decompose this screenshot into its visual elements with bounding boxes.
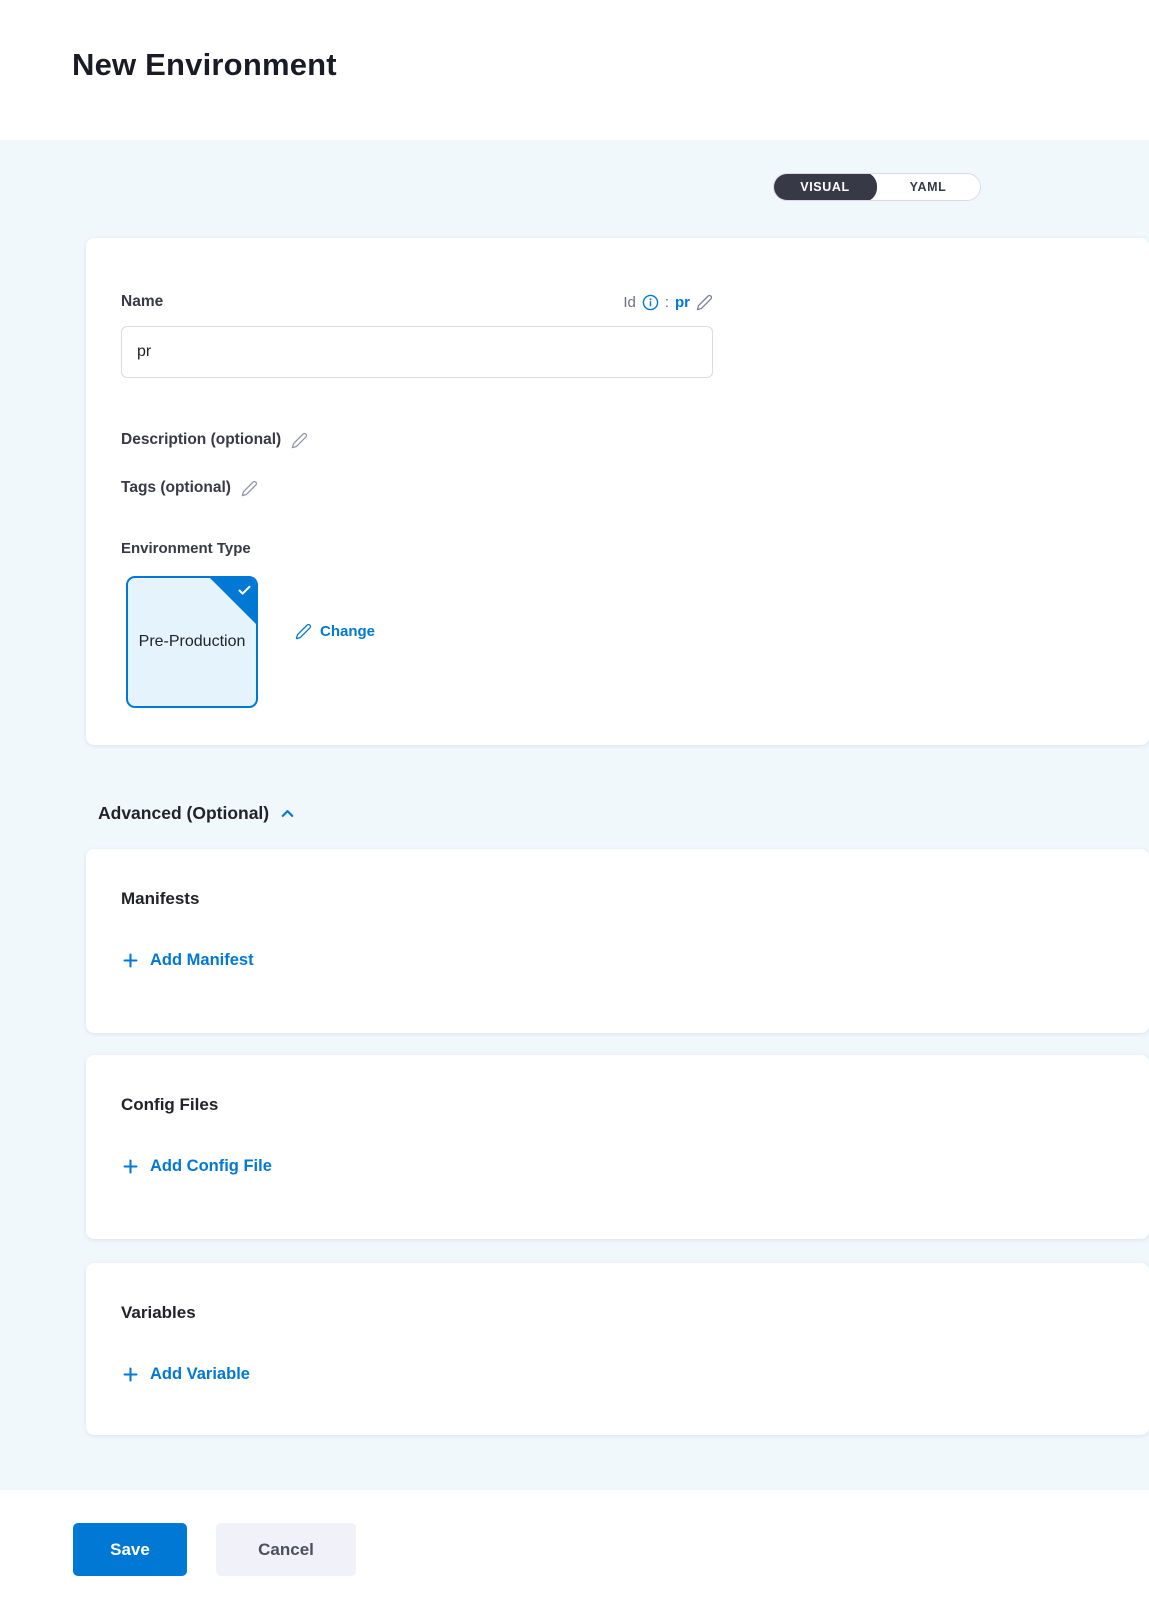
- variables-card: Variables Add Variable: [86, 1263, 1149, 1435]
- environment-form-card: Name Id : pr: [86, 238, 1149, 745]
- config-files-card: Config Files Add Config File: [86, 1055, 1149, 1239]
- form-panel: VISUAL YAML Name Id : pr: [0, 140, 1149, 1490]
- manifests-card: Manifests Add Manifest: [86, 849, 1149, 1033]
- environment-type-label: Environment Type: [121, 540, 1149, 557]
- toggle-option-yaml[interactable]: YAML: [876, 173, 980, 201]
- id-value: pr: [675, 294, 690, 311]
- change-label: Change: [320, 623, 375, 640]
- id-separator: :: [665, 294, 669, 311]
- info-icon[interactable]: [642, 294, 659, 311]
- edit-id-icon[interactable]: [696, 294, 713, 311]
- advanced-label: Advanced (Optional): [98, 803, 269, 824]
- save-button[interactable]: Save: [73, 1523, 187, 1576]
- tags-label: Tags (optional): [121, 479, 231, 497]
- environment-type-row: Pre-Production Change: [121, 576, 1149, 708]
- description-label: Description (optional): [121, 431, 281, 449]
- add-variable-button[interactable]: Add Variable: [121, 1365, 250, 1384]
- edit-description-icon[interactable]: [291, 432, 308, 449]
- plus-icon: [121, 951, 140, 970]
- cancel-button[interactable]: Cancel: [216, 1523, 356, 1576]
- name-id-row: Name Id : pr: [121, 291, 713, 313]
- chevron-up-icon: [278, 804, 297, 823]
- footer-actions: Save Cancel: [73, 1523, 1149, 1576]
- edit-change-icon: [295, 623, 312, 640]
- page-header: New Environment: [0, 0, 1149, 140]
- plus-icon: [121, 1157, 140, 1176]
- name-input[interactable]: [121, 326, 713, 378]
- variables-title: Variables: [121, 1303, 1149, 1323]
- edit-tags-icon[interactable]: [241, 480, 258, 497]
- add-config-file-button[interactable]: Add Config File: [121, 1157, 272, 1176]
- environment-type-card-preproduction[interactable]: Pre-Production: [126, 576, 258, 708]
- page-title: New Environment: [0, 0, 1149, 83]
- manifests-title: Manifests: [121, 889, 1149, 909]
- id-group: Id : pr: [623, 294, 713, 311]
- advanced-section-toggle[interactable]: Advanced (Optional): [98, 801, 1149, 825]
- environment-type-value: Pre-Production: [139, 630, 246, 654]
- add-manifest-label: Add Manifest: [150, 951, 254, 970]
- change-environment-type-link[interactable]: Change: [295, 623, 375, 640]
- toggle-option-visual[interactable]: VISUAL: [773, 173, 877, 201]
- add-manifest-button[interactable]: Add Manifest: [121, 951, 254, 970]
- name-label: Name: [121, 293, 163, 311]
- plus-icon: [121, 1365, 140, 1384]
- add-variable-label: Add Variable: [150, 1365, 250, 1384]
- visual-yaml-toggle: VISUAL YAML: [773, 173, 981, 201]
- check-icon: [237, 583, 252, 598]
- config-files-title: Config Files: [121, 1095, 1149, 1115]
- description-row: Description (optional): [121, 428, 1149, 452]
- tags-row: Tags (optional): [121, 476, 1149, 500]
- mode-toggle-row: VISUAL YAML: [0, 140, 1149, 201]
- id-label: Id: [623, 294, 636, 311]
- add-config-file-label: Add Config File: [150, 1157, 272, 1176]
